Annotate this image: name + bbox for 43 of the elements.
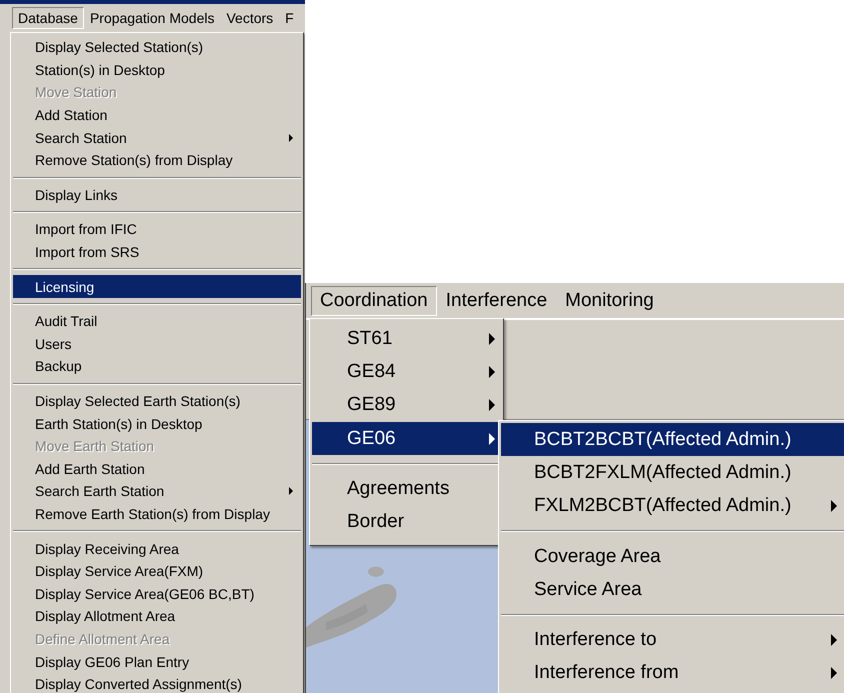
menu-item[interactable]: Display Service Area(FXM) [13, 560, 301, 582]
menu-item[interactable]: ST61 [312, 322, 501, 356]
menu-bar-item[interactable]: Vectors [220, 7, 280, 29]
menu-item[interactable]: Display Links [13, 184, 301, 206]
menu-item[interactable]: Display GE06 Plan Entry [13, 650, 301, 673]
menu-item[interactable]: Display Service Area(GE06 BC,BT) [13, 582, 301, 606]
menu-item[interactable]: Search Earth Station [13, 480, 301, 503]
menu-item[interactable]: BCBT2BCBT(Affected Admin.) [501, 423, 844, 456]
menu-item[interactable]: FXLM2BCBT(Affected Admin.) [501, 490, 844, 523]
menu-item[interactable]: Add Earth Station [13, 458, 301, 480]
menu-item[interactable]: Search Station [13, 126, 301, 149]
menu-item[interactable]: Display Allotment Area [13, 605, 301, 628]
menu-item[interactable]: Agreements [312, 472, 501, 506]
menu-item[interactable]: Coverage Area [501, 540, 844, 574]
menu-item[interactable]: Remove Station(s) from Display [13, 148, 301, 172]
menu-bar-item[interactable]: Database [12, 7, 84, 29]
menu-item[interactable]: Interference from [501, 656, 844, 690]
menu-item[interactable]: BCBT2FXLM(Affected Admin.) [501, 456, 844, 490]
menu-item[interactable]: Audit Trail [13, 310, 301, 333]
menu-item[interactable]: Remove Earth Station(s) from Display [13, 502, 301, 526]
menu-item[interactable]: Add Station [13, 104, 301, 126]
menu-item[interactable]: Licensing [13, 275, 301, 298]
menu-bar-item[interactable]: Monitoring [556, 286, 663, 316]
menu-item[interactable]: Display Converted Assignment(s) [13, 672, 301, 693]
menu-bar-item[interactable]: Interference [436, 286, 556, 316]
menu-bar-item[interactable]: Propagation Models [84, 7, 220, 29]
menu-item[interactable]: GE84 [312, 355, 501, 389]
menu-item[interactable]: Border [312, 505, 501, 539]
menu-item[interactable]: Display Receiving Area [13, 537, 301, 560]
menu-item[interactable]: Users [13, 332, 301, 356]
menu-item[interactable]: Interference to [501, 623, 844, 657]
menu-item[interactable]: Display Selected Station(s) [13, 36, 301, 59]
menu-bar-item[interactable]: F [279, 7, 300, 29]
menu-item[interactable]: GE06 [312, 422, 501, 456]
menu-item[interactable]: Station(s) in Desktop [13, 58, 301, 82]
menu-item[interactable]: Import from SRS [13, 240, 301, 264]
menu-item[interactable]: Earth Station(s) in Desktop [13, 412, 301, 435]
menu-item[interactable]: Display Selected Earth Station(s) [13, 390, 301, 412]
menu-bar-item[interactable]: Coordination [311, 286, 437, 316]
menu-item[interactable]: Service Area [501, 573, 844, 606]
menu-item[interactable]: Backup [13, 355, 301, 378]
menu-item[interactable]: GE89 [312, 388, 501, 422]
menu-item[interactable]: Import from IFIC [13, 218, 301, 241]
